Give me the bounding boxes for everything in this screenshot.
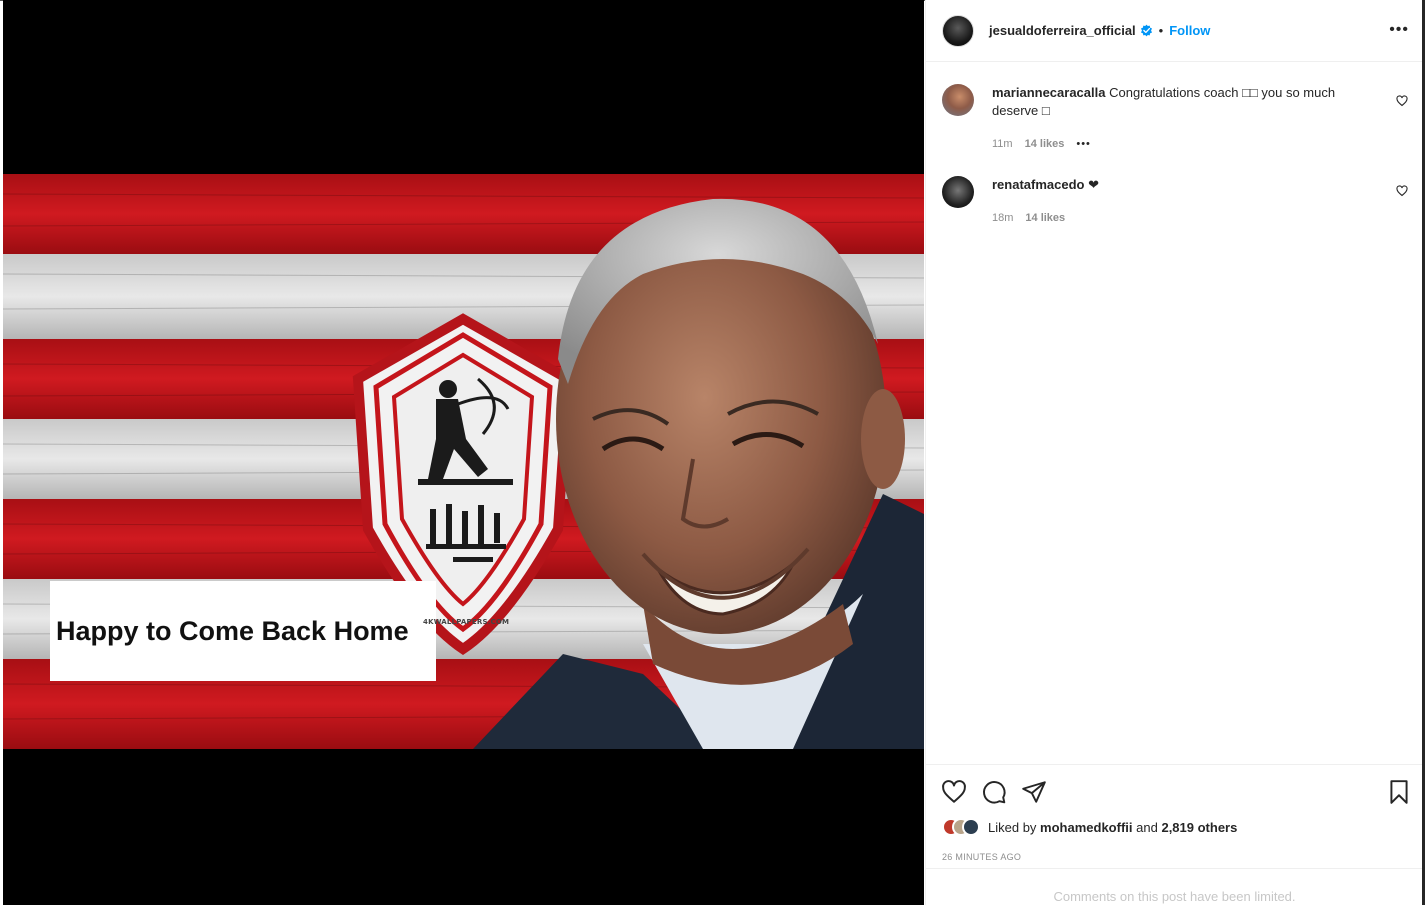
comment-text: ❤ [1088,177,1100,192]
post-timestamp[interactable]: 26 MINUTES AGO [942,852,1021,862]
verified-badge-icon [1140,24,1152,37]
more-options-icon[interactable]: ••• [1389,22,1409,38]
comment-username[interactable]: renatafmacedo [992,177,1084,192]
image-caption-box: Happy to Come Back Home [50,581,436,681]
comment-body: mariannecaracalla Congratulations coach … [992,84,1372,120]
commenter-avatar[interactable] [942,84,974,116]
comment-icon[interactable] [981,779,1007,805]
header-separator: • [1158,23,1164,38]
heart-icon[interactable] [941,779,967,805]
comments-limited-notice: Comments on this post have been limited. [926,868,1423,905]
bookmark-icon[interactable] [1386,779,1412,805]
post-side-panel: jesualdoferreira_official • Follow ••• m… [925,0,1423,905]
comment-like-heart-icon[interactable] [1396,185,1408,197]
comment-meta: 11m 14 likes ••• [992,138,1091,150]
image-watermark: 4KWALLPAPERS.COM [423,618,510,626]
post-header: jesualdoferreira_official • Follow ••• [926,0,1423,62]
liker-avatar [962,818,980,836]
follow-button[interactable]: Follow [1169,23,1210,38]
likes-summary: Liked by mohamedkoffii and 2,819 others [942,818,1237,836]
comment-options-icon[interactable]: ••• [1076,138,1091,150]
comment-time[interactable]: 18m [992,212,1013,224]
post-actions-bar [926,764,1423,814]
comment-time[interactable]: 11m [992,138,1013,150]
likes-conjunction: and [1136,819,1158,835]
comment-body: renatafmacedo ❤ [992,176,1372,194]
likes-prefix: Liked by [988,819,1037,835]
author-avatar[interactable] [942,14,974,47]
likes-user-link[interactable]: mohamedkoffii [1040,820,1132,835]
comment-meta: 18m 14 likes [992,212,1065,224]
commenter-avatar[interactable] [942,176,974,208]
comment-like-heart-icon[interactable] [1396,95,1408,107]
post-image: Happy to Come Back Home 4KWALLPAPERS.COM [3,174,924,749]
likes-text: Liked by mohamedkoffii and 2,819 others [988,820,1237,835]
share-icon[interactable] [1021,779,1047,805]
comment-username[interactable]: mariannecaracalla [992,85,1105,100]
likes-others-link[interactable]: 2,819 others [1161,820,1237,835]
image-caption-text: Happy to Come Back Home [56,615,409,646]
comments-list[interactable]: mariannecaracalla Congratulations coach … [926,62,1423,764]
comment-likes[interactable]: 14 likes [1025,212,1065,224]
author-username[interactable]: jesualdoferreira_official [989,23,1136,38]
post-media[interactable]: Happy to Come Back Home 4KWALLPAPERS.COM [3,0,924,905]
comment-likes[interactable]: 14 likes [1025,138,1065,150]
